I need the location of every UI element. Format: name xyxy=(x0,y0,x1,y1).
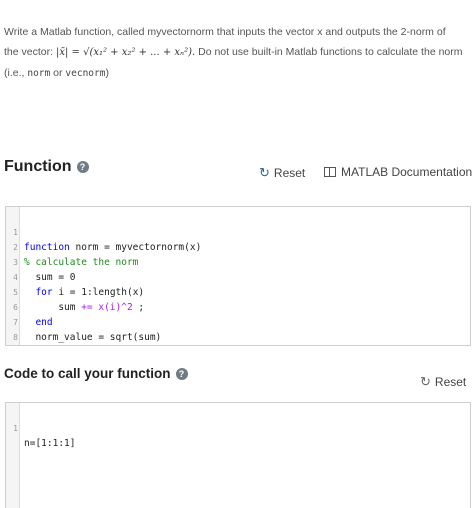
code-line: 1 n=[1:1:1] xyxy=(6,406,470,449)
problem-line-2: the vector: |x̄| = √(x₁² + x₂² + ... + x… xyxy=(4,42,468,63)
vecnorm-code-term: vecnorm xyxy=(65,68,106,79)
line-number: 9 xyxy=(6,345,18,346)
norm-formula: |x̄| = √(x₁² + x₂² + ... + xₙ²). xyxy=(55,47,196,58)
matlab-documentation-button[interactable]: MATLAB Documentation xyxy=(324,165,472,179)
code-line: 7 norm_value = sqrt(sum) xyxy=(6,300,470,343)
line-number: 1 xyxy=(13,424,18,433)
book-icon xyxy=(324,167,336,177)
code-line: 5 sum += x(i)^2 ; xyxy=(6,270,470,313)
function-reset-button[interactable]: ↻ Reset xyxy=(259,165,305,181)
code-line: 3 sum = 0 xyxy=(6,240,470,283)
call-title-text: Code to call your function xyxy=(4,366,171,381)
code-line: 6 end xyxy=(6,285,470,328)
function-title-text: Function xyxy=(4,158,72,175)
code-text: n=[1:1:1] xyxy=(24,438,76,449)
code-line: 1 function norm = myvectornorm(x) xyxy=(6,210,470,253)
problem-line-3: (i.e., norm or vecnorm) xyxy=(4,63,468,84)
problem-text: Do not use built-in Matlab functions to … xyxy=(195,46,463,58)
code-line: 4 for i = 1:length(x) xyxy=(6,255,470,298)
call-reset-button[interactable]: ↻ Reset xyxy=(420,374,466,390)
refresh-icon: ↻ xyxy=(420,374,431,389)
call-section-title: Code to call your function ? xyxy=(4,366,188,381)
problem-line-1: Write a Matlab function, called myvector… xyxy=(4,26,446,38)
code-line: 8 xyxy=(6,315,470,342)
function-section-title: Function ? xyxy=(4,158,89,176)
norm-code-term: norm xyxy=(27,68,51,79)
help-circle-icon[interactable]: ? xyxy=(76,161,89,173)
help-circle-icon[interactable]: ? xyxy=(175,367,188,380)
reset-label: Reset xyxy=(273,166,306,180)
call-code-editor[interactable]: 1 n=[1:1:1] xyxy=(5,402,471,508)
problem-text: ) xyxy=(105,67,109,79)
code-line: 2 % calculate the norm xyxy=(6,225,470,268)
documentation-label: MATLAB Documentation xyxy=(341,165,473,179)
code-line: 9 end xyxy=(6,330,470,345)
reset-label: Reset xyxy=(434,375,467,389)
function-code-editor[interactable]: 1 function norm = myvectornorm(x) 2 % ca… xyxy=(5,206,471,346)
problem-text: or xyxy=(50,67,66,79)
problem-text: the vector: xyxy=(4,46,56,58)
problem-text: (i.e., xyxy=(4,67,28,79)
problem-statement: Write a Matlab function, called myvector… xyxy=(4,22,468,84)
refresh-icon: ↻ xyxy=(259,165,270,180)
